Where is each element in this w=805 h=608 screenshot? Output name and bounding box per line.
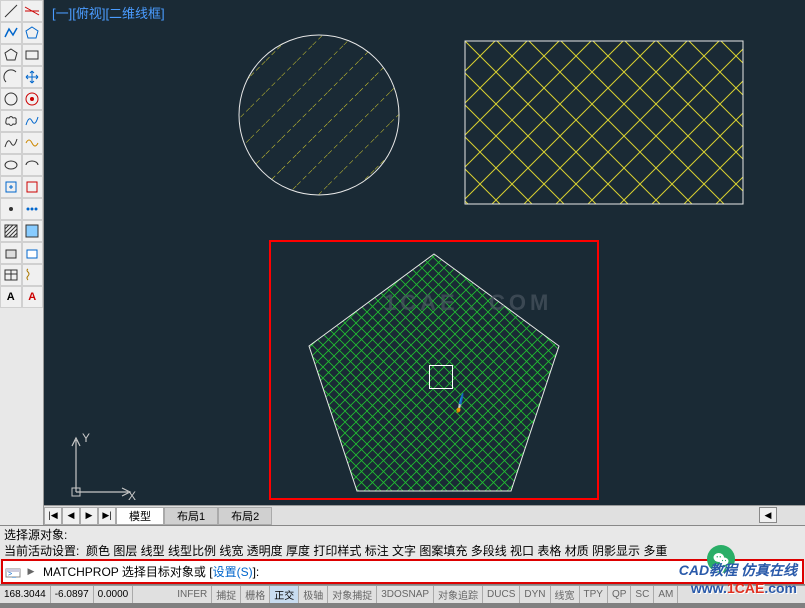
tool-ellipse[interactable]: [0, 154, 22, 176]
status-lwt[interactable]: 线宽: [551, 586, 580, 603]
tab-nav-first[interactable]: |◀: [44, 507, 62, 525]
tool-circle[interactable]: [0, 88, 22, 110]
tool-donut[interactable]: [22, 88, 44, 110]
tool-rect[interactable]: [22, 44, 44, 66]
ucs-x-label: X: [128, 489, 136, 503]
overlay-badge-text: CAD教程 仿真在线: [679, 560, 797, 580]
tab-layout2[interactable]: 布局2: [218, 507, 272, 525]
command-prompt-icon: >_: [3, 562, 23, 582]
tab-layout1[interactable]: 布局1: [164, 507, 218, 525]
tool-move[interactable]: [22, 66, 44, 88]
status-otrack[interactable]: 对象追踪: [434, 586, 483, 603]
status-tpy[interactable]: TPY: [580, 586, 608, 603]
tool-polygon[interactable]: [0, 44, 22, 66]
command-history-line2: 当前活动设置: 颜色 图层 线型 线型比例 线宽 透明度 厚度 打印样式 标注 …: [0, 542, 805, 558]
command-history-line1: 选择源对象:: [0, 526, 805, 542]
status-polar[interactable]: 极轴: [299, 586, 328, 603]
hscroll-left-icon[interactable]: ◀: [759, 507, 777, 523]
layout-tab-bar: |◀ ◀ ▶ ▶| 模型 布局1 布局2 ◀: [44, 505, 805, 525]
status-sc[interactable]: SC: [631, 586, 654, 603]
tool-spline[interactable]: [0, 132, 22, 154]
hatched-rectangle-object[interactable]: [464, 40, 744, 205]
tool-arc[interactable]: [0, 66, 22, 88]
drawing-canvas[interactable]: [一][俯视][二维线框]: [44, 0, 805, 525]
tool-pline[interactable]: [0, 22, 22, 44]
pick-cursor-icon: [429, 365, 453, 389]
tool-spline-fit[interactable]: [22, 110, 44, 132]
hatched-circle-object[interactable]: [234, 30, 404, 200]
tab-nav-last[interactable]: ▶|: [98, 507, 116, 525]
status-dyn[interactable]: DYN: [520, 586, 550, 603]
tool-wipeout[interactable]: [22, 242, 44, 264]
tool-earc[interactable]: [22, 154, 44, 176]
tool-point[interactable]: [0, 198, 22, 220]
status-snap[interactable]: 捕捉: [212, 586, 241, 603]
status-infer[interactable]: INFER: [173, 586, 212, 603]
status-bar: 168.3044 -6.0897 0.0000 INFER 捕捉 栅格 正交 极…: [0, 585, 805, 603]
svg-text:>_: >_: [8, 571, 16, 578]
status-am[interactable]: AM: [654, 586, 678, 603]
tool-helix[interactable]: [22, 264, 44, 286]
command-expand-icon[interactable]: ▶: [23, 566, 39, 577]
status-coord-x[interactable]: 168.3044: [0, 586, 51, 603]
ucs-y-label: Y: [82, 432, 90, 445]
tool-revcloud[interactable]: [0, 110, 22, 132]
status-ortho[interactable]: 正交: [270, 586, 299, 603]
tool-insert[interactable]: [0, 176, 22, 198]
tool-table[interactable]: [0, 264, 22, 286]
status-coord-y[interactable]: -6.0897: [51, 586, 94, 603]
tab-model[interactable]: 模型: [116, 507, 164, 525]
tab-nav-next[interactable]: ▶: [80, 507, 98, 525]
tool-divide[interactable]: [22, 198, 44, 220]
viewport-label[interactable]: [一][俯视][二维线框]: [52, 3, 165, 22]
tool-line[interactable]: [0, 0, 22, 22]
watermark-text: 1CAE . COM: [384, 290, 552, 316]
ucs-icon[interactable]: Y X: [64, 432, 136, 507]
status-3dosnap[interactable]: 3DOSNAP: [377, 586, 434, 603]
status-ducs[interactable]: DUCS: [483, 586, 520, 603]
status-qp[interactable]: QP: [608, 586, 631, 603]
overlay-url-text: www.1CAE.com: [691, 580, 797, 596]
tool-mtext[interactable]: A: [0, 286, 22, 308]
tool-region[interactable]: [0, 242, 22, 264]
tool-spline2[interactable]: [22, 132, 44, 154]
tool-polygon-tool[interactable]: [22, 22, 44, 44]
status-osnap[interactable]: 对象捕捉: [328, 586, 377, 603]
tab-nav-prev[interactable]: ◀: [62, 507, 80, 525]
tool-block[interactable]: [22, 176, 44, 198]
status-coord-z[interactable]: 0.0000: [94, 586, 134, 603]
tool-text-a[interactable]: A: [22, 286, 44, 308]
draw-toolbar: AA: [0, 0, 44, 525]
status-grid[interactable]: 栅格: [241, 586, 270, 603]
tool-hatch[interactable]: [0, 220, 22, 242]
tool-xline[interactable]: [22, 0, 44, 22]
tool-grad[interactable]: [22, 220, 44, 242]
